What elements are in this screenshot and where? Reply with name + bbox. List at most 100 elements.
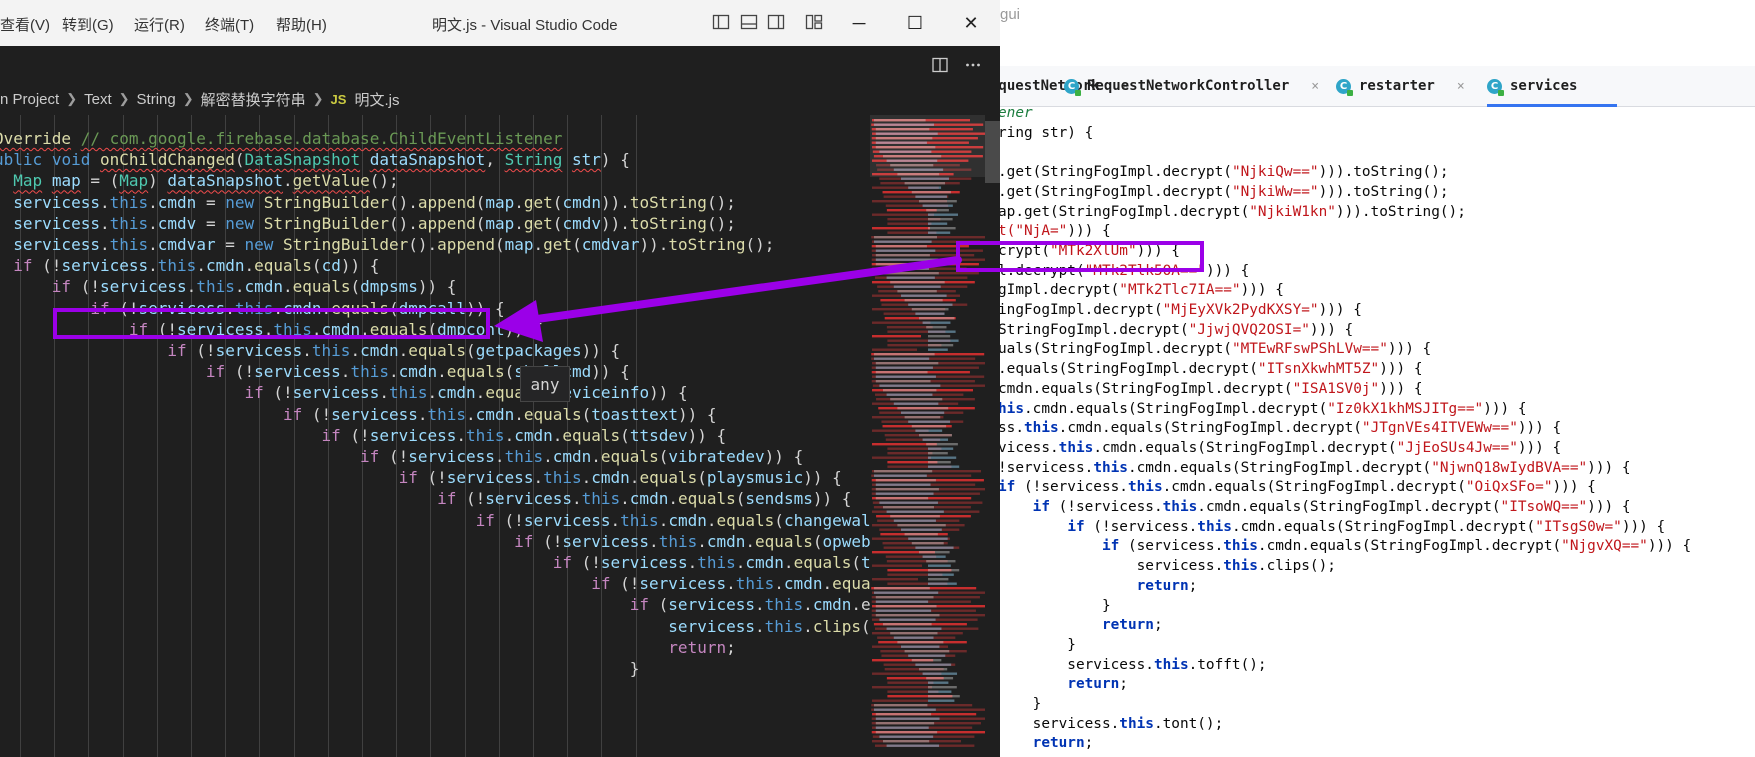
- minimap-line: [872, 686, 932, 689]
- code-token: .: [283, 277, 293, 297]
- breadcrumb-item[interactable]: Text: [84, 91, 112, 108]
- minimap-token: [875, 258, 939, 261]
- code-token: .: [514, 192, 524, 212]
- code-token: (: [649, 595, 669, 615]
- close-icon[interactable]: ×: [1311, 79, 1319, 94]
- code-token: .: [543, 447, 553, 466]
- minimap-line: [886, 326, 933, 329]
- java-code-line: l.decrypt("MTk2Tlk5OA=="))) {: [1000, 262, 1249, 282]
- maximize-button[interactable]: ☐: [902, 10, 928, 36]
- code-token: (!: [71, 277, 100, 297]
- code-token: map: [485, 213, 515, 233]
- editor-tab-restarter[interactable]: C restarter ×: [1336, 66, 1465, 106]
- code-token: servicess: [254, 362, 341, 382]
- menu-help[interactable]: 帮助(H): [276, 14, 327, 35]
- code-token: this: [109, 213, 149, 233]
- minimap[interactable]: [870, 115, 992, 757]
- code-token: toasttext: [591, 404, 678, 424]
- code-token: equals: [254, 256, 312, 276]
- scrollbar-thumb[interactable]: [985, 121, 1000, 183]
- java-code-line: }: [1000, 695, 1042, 715]
- breadcrumb: n Project ❯ Text ❯ String ❯ 解密替换字符串 ❯ JS…: [0, 84, 1000, 114]
- code-token: toString: [668, 235, 746, 254]
- js-file-icon: JS: [330, 91, 347, 107]
- customize-layout-icon[interactable]: [805, 13, 823, 31]
- breadcrumb-item[interactable]: n Project: [0, 91, 59, 108]
- code-token: .: [514, 213, 524, 233]
- minimap-slider[interactable]: [870, 115, 992, 177]
- split-editor-icon[interactable]: [929, 54, 951, 76]
- code-token: }: [1000, 597, 1111, 614]
- code-token: .: [302, 341, 312, 360]
- code-token: "Iz0kX1khMSJITg==": [1327, 400, 1484, 417]
- chevron-right-icon: ❯: [66, 91, 78, 106]
- minimap-token: [886, 627, 942, 630]
- code-token: .: [581, 468, 592, 488]
- code-token: servicess: [668, 595, 755, 615]
- code-token: "JjwjQVQ2OSI=": [1188, 321, 1310, 338]
- code-token: (!: [340, 425, 370, 445]
- editor-tab-services[interactable]: C services: [1487, 66, 1618, 107]
- close-icon[interactable]: ×: [1457, 79, 1465, 94]
- code-token: servicess: [523, 510, 611, 530]
- code-line: servicess.this.cmdv = new StringBuilder(…: [0, 212, 736, 235]
- minimap-token: [928, 231, 951, 234]
- menu-view[interactable]: 查看(V): [0, 14, 50, 35]
- code-token: .: [735, 553, 746, 572]
- class-c-icon: C: [1336, 78, 1353, 96]
- code-token: .: [321, 298, 332, 318]
- code-token: this: [1223, 558, 1258, 575]
- menu-run[interactable]: 运行(R): [134, 14, 185, 35]
- java-ide-window: gui equestNetwork × C RequestNetworkCont…: [1000, 0, 1755, 757]
- code-token: ))) {: [1318, 302, 1362, 318]
- java-code-editor[interactable]: ener ring str) {.get(StringFogImpl.decryp…: [1000, 107, 1755, 757]
- code-token: .cmdn.equals(StringFogImpl.decrypt(: [1197, 499, 1501, 515]
- code-token: getpackages: [475, 341, 582, 360]
- toggle-primary-sidebar-icon[interactable]: [712, 13, 730, 31]
- code-token: servicess.: [1000, 656, 1154, 673]
- code-token: this: [764, 616, 804, 636]
- breadcrumb-file[interactable]: 明文.js: [354, 89, 399, 110]
- minimize-button[interactable]: ─: [846, 10, 872, 36]
- more-actions-icon[interactable]: [962, 54, 984, 76]
- code-token: (!servicess.: [1084, 518, 1198, 535]
- toggle-secondary-sidebar-icon[interactable]: [767, 13, 785, 31]
- code-token: vibratedev: [668, 447, 765, 466]
- java-code-line: gImpl.decrypt("MTk2Tlc7IA=="))) {: [1000, 281, 1284, 301]
- code-editor[interactable]: Override // com.google.firebase.database…: [0, 115, 870, 757]
- minimap-token: [875, 717, 940, 720]
- menu-goto[interactable]: 转到(G): [62, 14, 114, 35]
- code-token: (: [388, 298, 399, 318]
- code-token: )).: [600, 213, 630, 233]
- toggle-panel-icon[interactable]: [740, 13, 758, 31]
- code-token: .: [649, 531, 659, 551]
- code-token: append: [437, 235, 495, 254]
- code-token: servicess: [331, 404, 418, 424]
- minimap-token: [928, 456, 957, 459]
- class-c-icon: C: [1064, 78, 1081, 96]
- vertical-scrollbar[interactable]: [985, 115, 1000, 757]
- code-token: cmdn: [745, 553, 784, 572]
- minimap-token: [874, 353, 935, 356]
- code-line: Map map = (Map) dataSnapshot.getValue();: [0, 169, 398, 192]
- minimap-token: [875, 483, 931, 486]
- code-token: .: [755, 616, 765, 636]
- close-window-button[interactable]: ✕: [958, 10, 984, 36]
- code-token: get: [523, 192, 553, 212]
- code-token: cmdn: [591, 468, 630, 488]
- editor-tab-requestnetworkcontroller[interactable]: C RequestNetworkController ×: [1064, 66, 1319, 106]
- menu-terminal[interactable]: 终端(T): [205, 14, 254, 35]
- code-token: ))) {: [1483, 400, 1527, 417]
- breadcrumb-item[interactable]: 解密替换字符串: [201, 89, 306, 110]
- code-token: (!: [417, 468, 447, 488]
- code-token: if: [282, 404, 303, 424]
- code-token: new: [244, 235, 274, 254]
- code-token: )) {: [581, 341, 621, 360]
- breadcrumb-item[interactable]: String: [137, 91, 176, 108]
- java-code-line: ener: [1000, 107, 1033, 124]
